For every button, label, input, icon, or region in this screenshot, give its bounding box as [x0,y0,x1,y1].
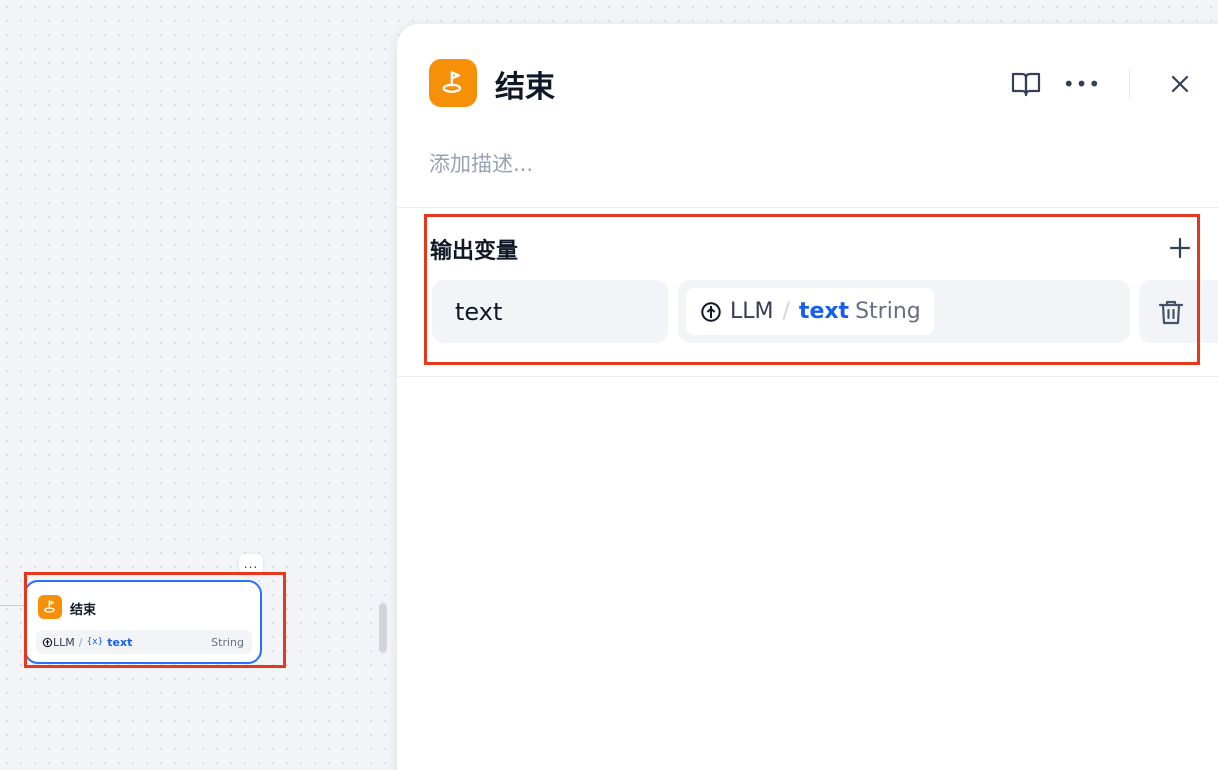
connection-edge [0,605,24,606]
node-output-variable: LLM / {x} text String [36,630,252,654]
add-variable-button[interactable] [1164,232,1196,264]
ref-variable-name: text [798,299,850,324]
variable-icon: {x} [86,637,104,647]
more-icon: ••• [1062,72,1102,96]
variable-reference-chip: LLM / text String [686,288,934,335]
end-node[interactable]: 结束 LLM / {x} text String [24,580,262,664]
ref-separator: / [782,299,790,324]
llm-icon [42,637,53,647]
book-icon [1011,72,1041,97]
end-icon [38,595,62,619]
ref-source: LLM [730,299,774,324]
trash-icon [1158,300,1184,325]
output-variables-title: 输出变量 [430,239,519,264]
delete-variable-button[interactable] [1139,280,1218,343]
panel-title[interactable]: 结束 [495,62,555,106]
variable-reference-selector[interactable]: LLM / text String [678,280,1130,343]
more-options-button[interactable]: ••• [1062,68,1102,100]
plus-icon [1169,237,1191,259]
node-config-panel: 结束 ••• 添加描述... 输出变量 text LLM / text Stri… [397,24,1218,770]
section-divider [397,207,1218,208]
docs-button[interactable] [1010,68,1042,100]
node-var-name: text [107,635,133,649]
node-var-separator: / [78,635,83,649]
node-title: 结束 [70,603,97,618]
node-var-type: String [211,635,244,649]
header-divider [1129,70,1130,98]
close-button[interactable] [1164,68,1196,100]
panel-resize-handle[interactable] [379,603,387,653]
llm-icon [701,301,721,322]
variable-name-input[interactable]: text [432,280,668,343]
close-icon [1171,75,1189,93]
node-var-source: LLM [53,635,75,649]
section-divider [397,376,1218,377]
description-input[interactable]: 添加描述... [429,148,533,178]
end-icon [429,59,477,107]
ref-variable-type: String [855,299,921,324]
node-more-button[interactable]: ... [239,554,263,574]
